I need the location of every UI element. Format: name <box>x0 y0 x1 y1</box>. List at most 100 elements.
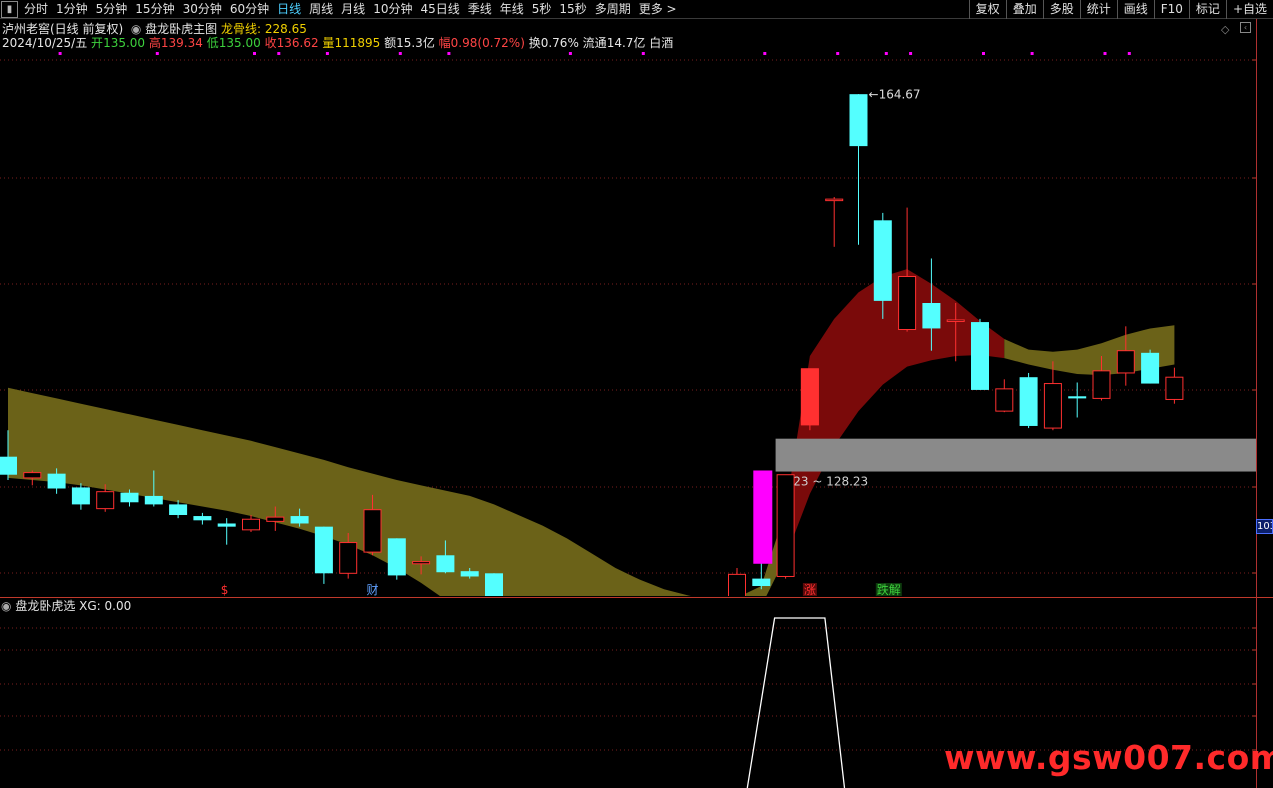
candle-body-up <box>23 472 42 479</box>
candle-body-down <box>314 526 333 574</box>
period-toolbar: ▮ 分时 1分钟 5分钟 15分钟 30分钟 60分钟 日线 周线 月线 10分钟 45日线 季线 年线… <box>0 0 1273 19</box>
candle-body-up <box>242 518 260 531</box>
candle-body-up <box>1165 376 1184 400</box>
period-tab[interactable]: 5秒 <box>528 0 556 18</box>
candle-body-up <box>412 561 431 565</box>
candle-body-up <box>728 573 746 596</box>
marker-label: 涨 <box>804 582 816 596</box>
period-tab[interactable]: 10分钟 <box>369 0 416 18</box>
sub-indicator-name[interactable]: 盘龙卧虎选 <box>15 599 75 613</box>
candle-body-up <box>898 276 917 330</box>
period-tab[interactable]: 日线 <box>273 0 305 18</box>
tool-button[interactable]: 统计 <box>1079 0 1117 19</box>
period-tab[interactable]: 多周期 <box>591 0 635 18</box>
candle-body-down <box>971 322 989 390</box>
candle-body-up <box>363 509 382 553</box>
candle-body-down <box>922 303 941 329</box>
signal-dot <box>909 52 913 55</box>
signal-dot <box>155 52 159 55</box>
signal-dot <box>1030 52 1034 55</box>
candle-body-up <box>1043 383 1062 429</box>
candle-body-up <box>339 542 358 574</box>
candle-body-down <box>1068 396 1087 399</box>
signal-dot <box>1103 52 1107 55</box>
period-tab[interactable]: 45日线 <box>416 0 463 18</box>
sub-gear-icon[interactable]: ◉ <box>1 599 11 613</box>
signal-dot <box>836 52 840 55</box>
price-annotation: ←164.67 <box>869 87 921 101</box>
candle-body-down <box>71 487 90 505</box>
candle-body-up <box>825 198 844 202</box>
marker-label: 跌解 <box>877 582 901 596</box>
price-axis-line <box>1256 19 1257 788</box>
candle-body-up <box>96 491 115 510</box>
indicator-gear-icon[interactable]: ◉ <box>127 22 141 36</box>
candle-body-down <box>485 573 503 596</box>
support-zone <box>775 438 1256 472</box>
candle-body-up <box>1092 370 1111 399</box>
marker-label: 财 <box>367 583 379 596</box>
tool-button[interactable]: 画线 <box>1116 0 1154 19</box>
period-tab[interactable]: 更多 > <box>635 0 681 18</box>
watermark-text: www.gsw007.com <box>944 738 1273 777</box>
signal-dot <box>884 52 888 55</box>
candle-body-solid <box>800 368 819 425</box>
period-tabs: 分时 1分钟 5分钟 15分钟 30分钟 60分钟 日线 周线 月线 10分钟 45日线 季线 年线 5秒… <box>20 0 681 18</box>
period-tab[interactable]: 年线 <box>496 0 528 18</box>
period-tab[interactable]: 5分钟 <box>92 0 132 18</box>
signal-dot <box>568 52 572 55</box>
period-tab[interactable]: 1分钟 <box>52 0 92 18</box>
tool-button[interactable]: 标记 <box>1188 0 1226 19</box>
line-value: 228.65 <box>264 22 307 36</box>
candle-body-down <box>169 504 188 515</box>
main-kline-chart[interactable]: 123 ~ 128.2300 - 112.46←164.67←98.92$财涨跌… <box>0 38 1256 596</box>
diamond-icon[interactable]: ◇ <box>1221 23 1229 36</box>
candle-body-down <box>1141 352 1160 384</box>
candle-body-down <box>873 220 892 301</box>
marker-label: $ <box>221 583 229 596</box>
candle-body-down <box>436 555 455 573</box>
current-price-tag: 103 <box>1256 519 1273 534</box>
minimize-icon[interactable]: ‹ <box>1240 22 1251 33</box>
signal-dot <box>58 52 62 55</box>
tool-button[interactable]: F10 <box>1153 0 1189 19</box>
period-tab[interactable]: 30分钟 <box>179 0 226 18</box>
signal-dot <box>641 52 645 55</box>
tool-button[interactable]: 叠加 <box>1005 0 1043 19</box>
toggle-layout-icon[interactable]: ▮ <box>1 0 18 18</box>
candle-body-up <box>266 516 285 522</box>
xg-value: 0.00 <box>104 599 132 613</box>
candle-body-down <box>0 456 17 475</box>
tool-button[interactable]: +自选 <box>1225 0 1273 19</box>
line-label: 龙骨线: <box>220 22 262 36</box>
signal-dot <box>398 52 402 55</box>
candle-body-down <box>120 492 139 503</box>
sub-title-row: ◉ 盘龙卧虎选 XG: 0.00 <box>1 599 131 613</box>
tool-button[interactable]: 多股 <box>1042 0 1080 19</box>
stock-title[interactable]: 泸州老窖(日线 前复权) <box>2 22 123 36</box>
period-tab[interactable]: 月线 <box>337 0 369 18</box>
signal-dot <box>447 52 451 55</box>
xg-signal-line <box>746 617 846 788</box>
candle-body-up <box>995 388 1014 412</box>
period-tab[interactable]: 15分钟 <box>131 0 178 18</box>
period-tab[interactable]: 15秒 <box>555 0 590 18</box>
period-tab[interactable]: 季线 <box>464 0 496 18</box>
candle-body-down <box>290 516 309 524</box>
main-indicator-name[interactable]: 盘龙卧虎主图 <box>145 22 217 36</box>
candle-body-down <box>217 523 236 527</box>
candle-body-down <box>752 578 771 587</box>
candle-body-up <box>776 474 795 577</box>
signal-dot <box>982 52 985 55</box>
signal-dot <box>763 52 767 55</box>
right-tools: 复权 叠加 多股 统计 画线 F10 标记 +自选 <box>968 0 1273 19</box>
tool-button[interactable]: 复权 <box>968 0 1006 19</box>
period-tab[interactable]: 分时 <box>20 0 52 18</box>
zone-label: 123 ~ 128.23 <box>786 475 869 489</box>
signal-dot <box>325 52 329 55</box>
candle-body-down <box>1019 377 1038 426</box>
period-tab[interactable]: 60分钟 <box>226 0 273 18</box>
candle-body-down <box>144 495 163 505</box>
period-tab[interactable]: 周线 <box>305 0 337 18</box>
signal-bar <box>753 470 773 564</box>
